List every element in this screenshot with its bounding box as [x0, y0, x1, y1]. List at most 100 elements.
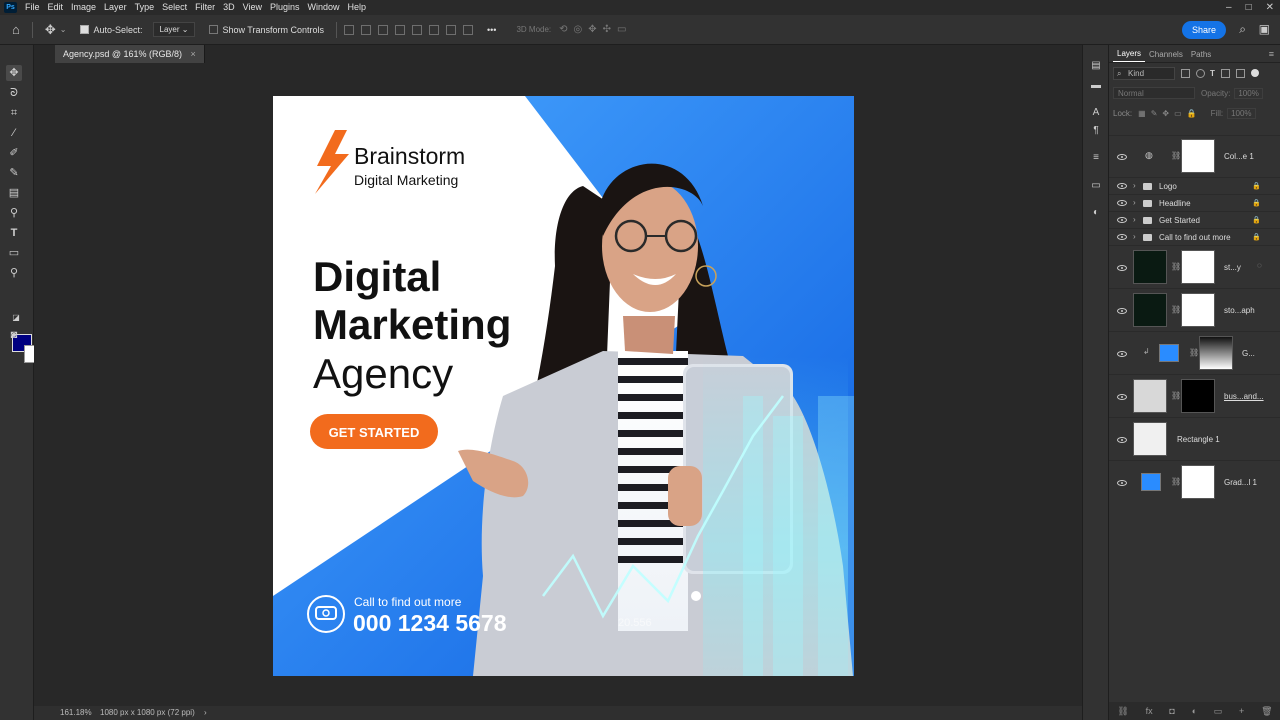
visibility-eye-icon[interactable] [1117, 437, 1127, 443]
default-colors-icon[interactable]: ◪ [8, 310, 24, 326]
chevron-right-icon[interactable]: › [1133, 198, 1136, 207]
align-bottom-icon[interactable] [446, 24, 456, 35]
menu-filter[interactable]: Filter [191, 0, 219, 15]
chevron-right-icon[interactable]: › [1133, 232, 1136, 241]
adjustments-icon[interactable]: ≡ [1090, 152, 1102, 164]
menu-image[interactable]: Image [67, 0, 100, 15]
new-group-icon[interactable]: ▭ [1214, 706, 1223, 717]
filter-pixel-icon[interactable] [1181, 68, 1190, 78]
lock-artboard-icon[interactable]: ▭ [1174, 109, 1182, 118]
document-tab[interactable]: Agency.psd @ 161% (RGB/8) × [55, 45, 205, 63]
visibility-eye-icon[interactable] [1117, 183, 1127, 189]
link-layers-icon[interactable]: ⛓ [1117, 706, 1128, 717]
photoshop-logo[interactable]: Ps [4, 2, 17, 13]
history-icon[interactable]: ▤ [1090, 60, 1102, 72]
menu-view[interactable]: View [239, 0, 266, 15]
status-menu-arrow[interactable]: › [204, 706, 207, 720]
move-tool-icon[interactable]: ✥ [45, 22, 56, 38]
layer-group-row[interactable]: › Logo 🔒 [1109, 177, 1280, 194]
trash-icon[interactable]: 🗑 [1261, 706, 1272, 717]
dodge-tool-icon[interactable]: ⚲ [6, 205, 22, 221]
workspace-icon[interactable]: ▣ [1259, 22, 1270, 36]
align-right-icon[interactable] [378, 24, 388, 35]
paragraph-icon[interactable]: ¶ [1090, 125, 1102, 137]
more-options-button[interactable]: ••• [487, 25, 496, 35]
adjustment-layer-icon[interactable]: ◐ [1192, 706, 1197, 716]
3d-roll-icon[interactable]: ◎ [574, 24, 583, 35]
menu-type[interactable]: Type [131, 0, 159, 15]
quick-mask-icon[interactable]: ◙ [6, 327, 22, 343]
auto-select-checkbox[interactable]: Auto-Select: [80, 25, 143, 35]
layer-row[interactable]: Rectangle 1 [1109, 417, 1280, 460]
kind-filter-dropdown[interactable]: ⌕ Kind [1113, 66, 1175, 80]
gradient-tool-icon[interactable]: ▤ [6, 185, 22, 201]
align-horizontal-icon[interactable] [395, 24, 405, 35]
visibility-eye-icon[interactable] [1117, 480, 1127, 486]
lock-position-icon[interactable]: ✥ [1162, 109, 1169, 118]
color-icon[interactable]: ◐ [1090, 207, 1102, 219]
menu-help[interactable]: Help [344, 0, 371, 15]
new-layer-icon[interactable]: + [1239, 706, 1244, 716]
search-icon[interactable]: ⌕ [1239, 22, 1246, 37]
opacity-input[interactable]: 100% [1234, 87, 1263, 99]
chevron-right-icon[interactable]: › [1133, 181, 1136, 190]
tab-layers[interactable]: Layers [1113, 46, 1146, 62]
3d-pan-icon[interactable]: ✥ [588, 24, 596, 35]
filter-shape-icon[interactable] [1220, 68, 1230, 78]
lasso-tool-icon[interactable]: ᘐ [6, 85, 22, 101]
crop-tool-icon[interactable]: ⌗ [6, 105, 22, 121]
filter-type-icon[interactable]: T [1210, 69, 1215, 78]
chevron-right-icon[interactable]: › [1133, 215, 1136, 224]
menu-plugins[interactable]: Plugins [266, 0, 304, 15]
close-window-button[interactable]: ✕ [1266, 0, 1274, 15]
lock-transparent-icon[interactable]: ▦ [1138, 109, 1146, 118]
properties-icon[interactable]: ▭ [1090, 180, 1102, 192]
move-tool-icon[interactable]: ✥ [6, 65, 22, 81]
align-center-icon[interactable] [361, 24, 371, 35]
fx-icon[interactable]: fx [1146, 706, 1153, 716]
tab-paths[interactable]: Paths [1187, 47, 1215, 62]
zoom-level[interactable]: 161.18% [60, 706, 92, 720]
comments-icon[interactable]: ▬ [1090, 80, 1102, 92]
layer-row[interactable]: ⛓ sto...aph [1109, 288, 1280, 331]
visibility-eye-icon[interactable] [1117, 394, 1127, 400]
lock-image-icon[interactable]: ✎ [1151, 109, 1158, 118]
auto-select-dropdown[interactable]: Layer ⌄ [152, 22, 196, 37]
transform-controls-checkbox[interactable]: Show Transform Controls [209, 25, 324, 35]
visibility-eye-icon[interactable] [1117, 265, 1127, 271]
visibility-eye-icon[interactable] [1117, 200, 1127, 206]
blend-mode-dropdown[interactable]: Normal [1113, 87, 1195, 99]
layer-row[interactable]: ⛓ st...y ◌ [1109, 245, 1280, 288]
history-brush-icon[interactable]: ✎ [6, 165, 22, 181]
menu-layer[interactable]: Layer [100, 0, 131, 15]
layer-row[interactable]: ↲ ⛓ G... [1109, 331, 1280, 374]
align-top-icon[interactable] [412, 24, 422, 35]
chevron-down-icon[interactable]: ⌄ [60, 25, 67, 34]
visibility-eye-icon[interactable] [1117, 217, 1127, 223]
share-button[interactable]: Share [1181, 21, 1226, 39]
layer-group-row[interactable]: › Headline 🔒 [1109, 194, 1280, 211]
visibility-eye-icon[interactable] [1117, 234, 1127, 240]
3d-orbit-icon[interactable]: ⟲ [559, 24, 567, 35]
align-left-icon[interactable] [344, 24, 354, 35]
visibility-eye-icon[interactable] [1117, 351, 1127, 357]
menu-3d[interactable]: 3D [219, 0, 239, 15]
menu-select[interactable]: Select [158, 0, 191, 15]
brush-tool-icon[interactable]: ✐ [6, 145, 22, 161]
tab-channels[interactable]: Channels [1145, 47, 1187, 62]
visibility-eye-icon[interactable] [1117, 154, 1127, 160]
rectangle-tool-icon[interactable]: ▭ [6, 245, 22, 261]
close-tab-icon[interactable]: × [191, 49, 196, 59]
character-icon[interactable]: A [1090, 107, 1102, 119]
3d-camera-icon[interactable]: ▭ [617, 24, 626, 35]
lock-all-icon[interactable]: 🔒 [1187, 109, 1197, 118]
panel-menu-icon[interactable]: ≡ [1263, 46, 1280, 62]
menu-window[interactable]: Window [304, 0, 344, 15]
fill-input[interactable]: 100% [1227, 107, 1256, 119]
maximize-button[interactable]: □ [1246, 0, 1252, 15]
filter-smartobject-icon[interactable] [1235, 68, 1245, 78]
filter-adjustment-icon[interactable] [1196, 68, 1205, 78]
menu-file[interactable]: File [21, 0, 44, 15]
align-vertical-icon[interactable] [463, 24, 473, 35]
layer-row[interactable]: ◍ ⛓ Col...e 1 [1109, 135, 1280, 177]
